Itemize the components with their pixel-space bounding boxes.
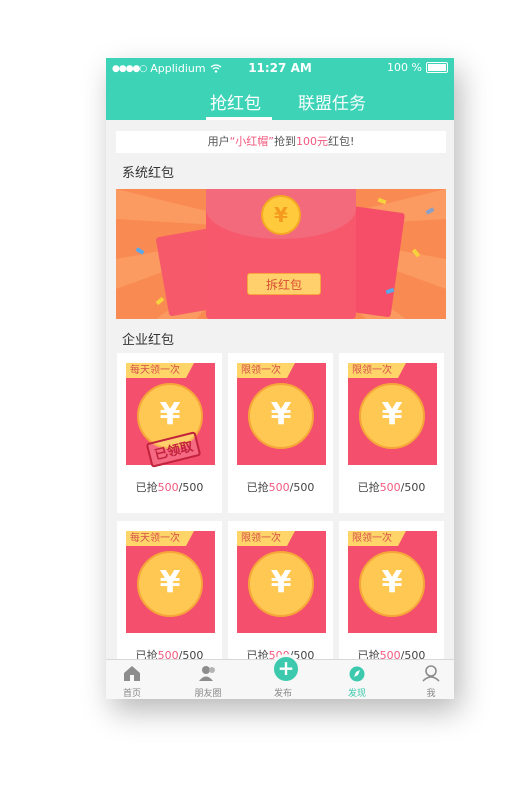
tab-alliance-tasks[interactable]: 联盟任务: [298, 89, 366, 114]
red-packet-card[interactable]: 限领一次 ¥ 已抢500/500: [228, 353, 333, 513]
yuan-coin-icon: ¥: [248, 551, 314, 617]
yuan-coin-icon: ¥: [248, 383, 314, 449]
open-red-packet-button[interactable]: 拆红包: [247, 273, 321, 295]
grab-count: 已抢500/500: [228, 479, 333, 495]
phone-screen: ●●●●○ Applidium 11:27 AM 100 % 抢红包 联盟任务 …: [106, 58, 454, 699]
card-tag: 限领一次: [237, 363, 295, 378]
nav-discover[interactable]: 发现: [327, 660, 387, 699]
red-packet-art: 限领一次 ¥: [237, 363, 326, 465]
home-icon: [124, 666, 140, 681]
card-tag: 限领一次: [348, 531, 406, 546]
tab-grab-red-packet[interactable]: 抢红包: [210, 89, 261, 114]
profile-icon: [422, 665, 440, 682]
nav-label: 朋友圈: [194, 689, 222, 699]
red-packet-art: 每天领一次 ¥: [126, 531, 215, 633]
announce-suffix: 红包!: [327, 135, 355, 148]
red-packet-card[interactable]: 限领一次 ¥ 已抢500/500: [339, 521, 444, 681]
red-packet-card[interactable]: 限领一次 ¥ 已抢500/500: [339, 353, 444, 513]
grab-count-prefix: 已抢: [246, 481, 269, 494]
top-bar: ●●●●○ Applidium 11:27 AM 100 % 抢红包 联盟任务: [106, 58, 454, 120]
yuan-coin-icon: ¥: [359, 551, 425, 617]
bottom-navigation: 首页 朋友圈 + 发布 发现 我: [106, 654, 454, 699]
battery-percent: 100 %: [387, 61, 422, 74]
grab-count-total: /500: [178, 481, 204, 494]
card-tag: 限领一次: [348, 363, 406, 378]
card-tag: 限领一次: [237, 531, 295, 546]
grab-count-total: /500: [400, 481, 426, 494]
nav-label: 发现: [347, 689, 366, 699]
plus-icon: +: [271, 654, 301, 684]
discover-icon: [349, 666, 365, 682]
nav-label: 首页: [122, 689, 141, 699]
nav-label: 我: [426, 689, 436, 699]
announce-user: “小红帽”: [229, 135, 274, 148]
red-packet-art: 每天领一次 ¥ 已领取: [126, 363, 215, 468]
red-packet-card[interactable]: 每天领一次 ¥ 已领取 已抢500/500: [117, 353, 222, 513]
yuan-coin-icon: ¥: [261, 195, 301, 235]
active-tab-indicator: [206, 117, 272, 120]
grab-count: 已抢500/500: [117, 479, 222, 495]
nav-friends[interactable]: 朋友圈: [178, 660, 238, 699]
card-tag: 每天领一次: [126, 363, 194, 378]
battery-icon: [426, 62, 448, 73]
yuan-coin-icon: ¥: [359, 383, 425, 449]
grab-count-grabbed: 500: [379, 481, 401, 494]
announcement-bar: 用户“小红帽”抢到100元红包!: [116, 131, 446, 153]
grab-count-prefix: 已抢: [357, 481, 380, 494]
announce-middle: 抢到: [273, 135, 296, 148]
section-title-enterprise: 企业红包: [122, 333, 175, 348]
card-tag: 每天领一次: [126, 531, 194, 546]
section-title-system: 系统红包: [122, 166, 175, 181]
tab-bar: 抢红包 联盟任务: [106, 86, 454, 120]
red-packet-card[interactable]: 每天领一次 ¥ 已抢500/500: [117, 521, 222, 681]
red-packet-art: 限领一次 ¥: [348, 363, 437, 465]
friends-icon: [199, 666, 215, 681]
nav-home[interactable]: 首页: [106, 660, 162, 699]
status-bar: ●●●●○ Applidium 11:27 AM 100 %: [106, 58, 454, 78]
grab-count-prefix: 已抢: [135, 481, 158, 494]
nav-label: 发布: [273, 689, 292, 699]
red-packet-art: 限领一次 ¥: [348, 531, 437, 633]
announce-prefix: 用户: [207, 135, 230, 148]
grab-count-total: /500: [289, 481, 315, 494]
system-red-packet-banner[interactable]: ¥ 拆红包: [116, 189, 446, 319]
nav-publish[interactable]: + 发布: [253, 654, 313, 699]
announce-amount: 100元: [295, 135, 328, 148]
nav-me[interactable]: 我: [401, 660, 454, 699]
red-packet-art: 限领一次 ¥: [237, 531, 326, 633]
yuan-coin-icon: ¥: [137, 551, 203, 617]
grab-count-grabbed: 500: [268, 481, 290, 494]
grab-count-grabbed: 500: [157, 481, 179, 494]
grab-count: 已抢500/500: [339, 479, 444, 495]
